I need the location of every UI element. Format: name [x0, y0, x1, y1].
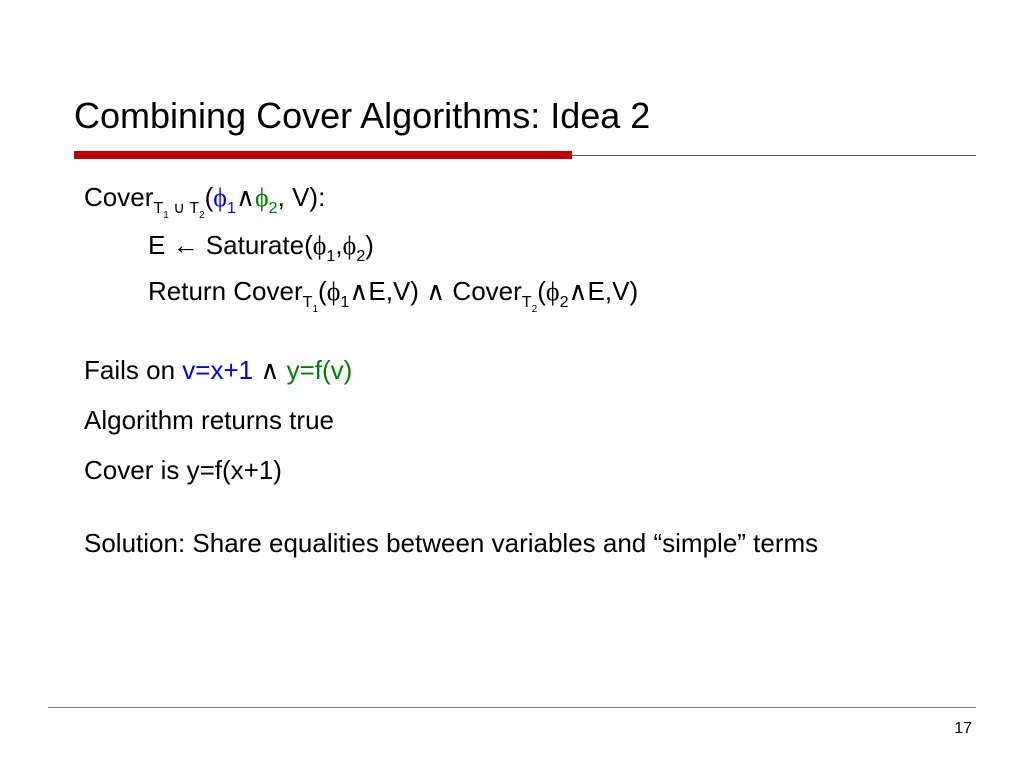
page-number: 17 [954, 720, 972, 738]
slide-body: CoverT1 ∪ T2(ϕ1∧ϕ2, V): E ← Saturate(ϕ1,… [0, 159, 1024, 561]
footer-rule [48, 707, 976, 708]
line-alg-true: Algorithm returns true [84, 402, 964, 438]
line-solution: Solution: Share equalities between varia… [84, 525, 964, 561]
slide-title: Combining Cover Algorithms: Idea 2 [74, 95, 976, 137]
line-cover-def: CoverT1 ∪ T2(ϕ1∧ϕ2, V): [84, 179, 964, 221]
title-underline [74, 151, 976, 159]
line-saturate: E ← Saturate(ϕ1,ϕ2) [84, 227, 964, 267]
line-cover-is: Cover is y=f(x+1) [84, 452, 964, 488]
line-fails: Fails on v=x+1 ∧ y=f(v) [84, 352, 964, 388]
line-return: Return CoverT1(ϕ1∧E,V) ∧ CoverT2(ϕ2∧E,V) [84, 273, 964, 315]
